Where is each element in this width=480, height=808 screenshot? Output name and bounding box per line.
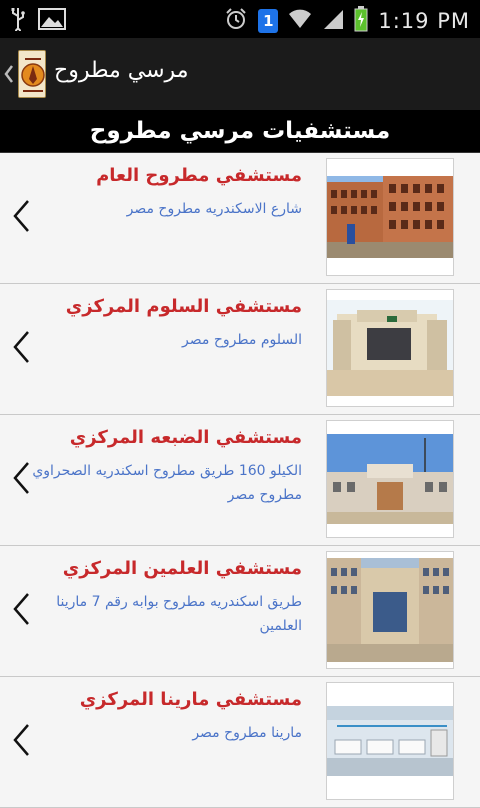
hospital-thumbnail [326, 158, 454, 276]
status-left-icons [10, 7, 66, 35]
section-title: مستشفيات مرسي مطروح [89, 118, 391, 144]
list-item[interactable]: مستشفي مطروح العام شارع الاسكندريه مطروح… [0, 153, 480, 284]
notification-badge: 1 [258, 9, 279, 33]
chevron-left-icon[interactable] [12, 461, 32, 499]
hospital-name: مستشفي مطروح العام [96, 165, 302, 186]
wifi-icon [288, 8, 312, 34]
hospital-thumbnail [326, 551, 454, 669]
list-item[interactable]: مستشفي الضبعه المركزي الكيلو 160 طريق مط… [0, 415, 480, 546]
hospital-address: مارينا مطروح مصر [192, 725, 302, 741]
chevron-left-icon[interactable] [12, 592, 32, 630]
app-logo[interactable] [18, 50, 46, 98]
image-icon [38, 8, 66, 34]
hospital-name: مستشفي الضبعه المركزي [69, 427, 302, 448]
list-item[interactable]: مستشفي العلمين المركزي طريق اسكندريه مطر… [0, 546, 480, 677]
hospital-list: مستشفي مطروح العام شارع الاسكندريه مطروح… [0, 153, 480, 808]
signal-icon [322, 8, 344, 34]
list-item[interactable]: مستشفي مارينا المركزي مارينا مطروح مصر [0, 677, 480, 808]
list-item[interactable]: مستشفي السلوم المركزي السلوم مطروح مصر [0, 284, 480, 415]
clock: 1:19 PM [378, 9, 470, 33]
hospital-address: طريق اسكندريه مطروح بوابه رقم 7 مارينا ا… [56, 594, 302, 634]
chevron-left-icon[interactable] [12, 199, 32, 237]
usb-icon [10, 7, 26, 35]
status-bar: 1 1:19 PM [0, 0, 480, 38]
hospital-thumbnail [326, 682, 454, 800]
hospital-address: الكيلو 160 طريق مطروح اسكندريه الصحراوي … [32, 463, 302, 503]
hospital-name: مستشفي السلوم المركزي [65, 296, 302, 317]
section-header: مستشفيات مرسي مطروح [0, 110, 480, 153]
battery-charging-icon [354, 6, 368, 36]
status-right-icons: 1 1:19 PM [224, 6, 470, 36]
hospital-address: السلوم مطروح مصر [182, 332, 302, 348]
chevron-left-icon[interactable] [12, 330, 32, 368]
hospital-name: مستشفي العلمين المركزي [62, 558, 302, 579]
hospital-thumbnail [326, 289, 454, 407]
hospital-name: مستشفي مارينا المركزي [79, 689, 302, 710]
alarm-icon [224, 7, 248, 35]
hospital-thumbnail [326, 420, 454, 538]
chevron-left-icon[interactable] [12, 723, 32, 761]
chevron-left-icon[interactable] [4, 64, 14, 89]
action-bar: مرسي مطروح [0, 38, 480, 110]
app-title: مرسي مطروح [54, 58, 189, 83]
hospital-address: شارع الاسكندريه مطروح مصر [126, 201, 302, 217]
